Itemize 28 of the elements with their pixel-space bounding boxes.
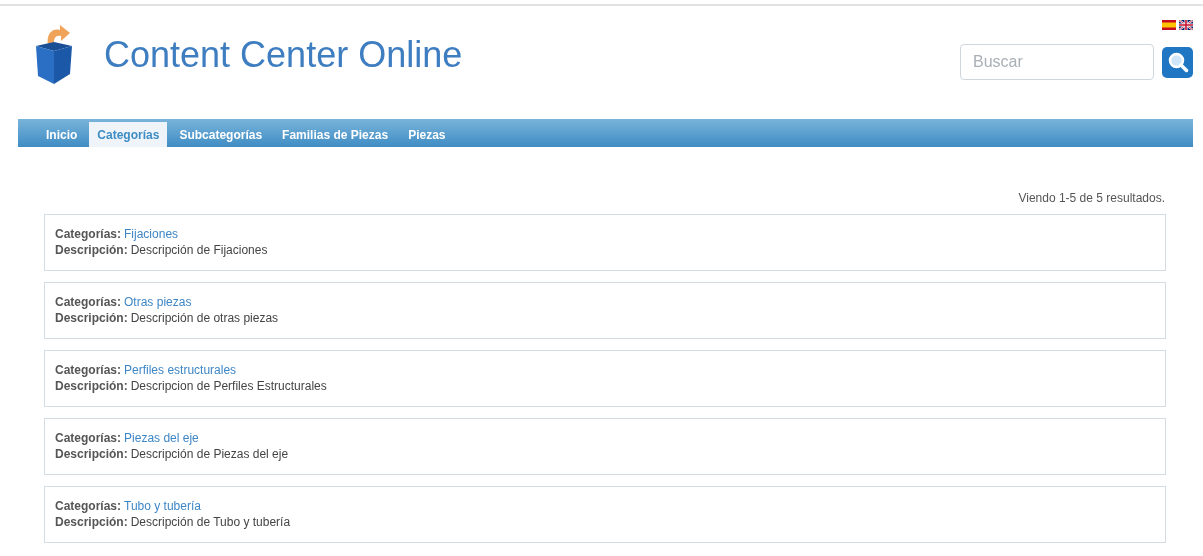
category-link[interactable]: Piezas del eje bbox=[124, 431, 199, 445]
description-text: Descripción de Piezas del eje bbox=[130, 447, 289, 461]
field-label: Descripción: bbox=[55, 515, 128, 529]
category-link[interactable]: Otras piezas bbox=[124, 295, 192, 309]
category-link[interactable]: Perfiles estructurales bbox=[124, 363, 237, 377]
field-label: Descripción: bbox=[55, 379, 128, 393]
description-text: Descripción de otras piezas bbox=[130, 311, 279, 325]
nav-tab[interactable]: Categorías bbox=[89, 122, 168, 147]
nav-tab[interactable]: Inicio bbox=[38, 122, 86, 147]
description-text: Descripcion de Perfiles Estructurales bbox=[130, 379, 327, 393]
field-label: Categorías: bbox=[55, 431, 122, 445]
field-label: Categorías: bbox=[55, 499, 122, 513]
category-link[interactable]: Fijaciones bbox=[124, 227, 179, 241]
description-text: Descripción de Tubo y tubería bbox=[130, 515, 291, 529]
field-label: Descripción: bbox=[55, 243, 128, 257]
field-label: Descripción: bbox=[55, 311, 128, 325]
field-label: Categorías: bbox=[55, 363, 122, 377]
nav-tab[interactable]: Subcategorías bbox=[171, 122, 271, 147]
results-summary: Viendo 1-5 de 5 resultados. bbox=[1018, 191, 1165, 205]
site-title: Content Center Online bbox=[104, 34, 463, 76]
field-label: Categorías: bbox=[55, 295, 122, 309]
field-label: Descripción: bbox=[55, 447, 128, 461]
field-label: Categorías: bbox=[55, 227, 122, 241]
description-text: Descripción de Fijaciones bbox=[130, 243, 268, 257]
category-link[interactable]: Tubo y tubería bbox=[124, 499, 201, 513]
nav-tab[interactable]: Piezas bbox=[400, 122, 454, 147]
nav-tab[interactable]: Familias de Piezas bbox=[274, 122, 397, 147]
search-field[interactable]: Buscar bbox=[960, 44, 1154, 80]
